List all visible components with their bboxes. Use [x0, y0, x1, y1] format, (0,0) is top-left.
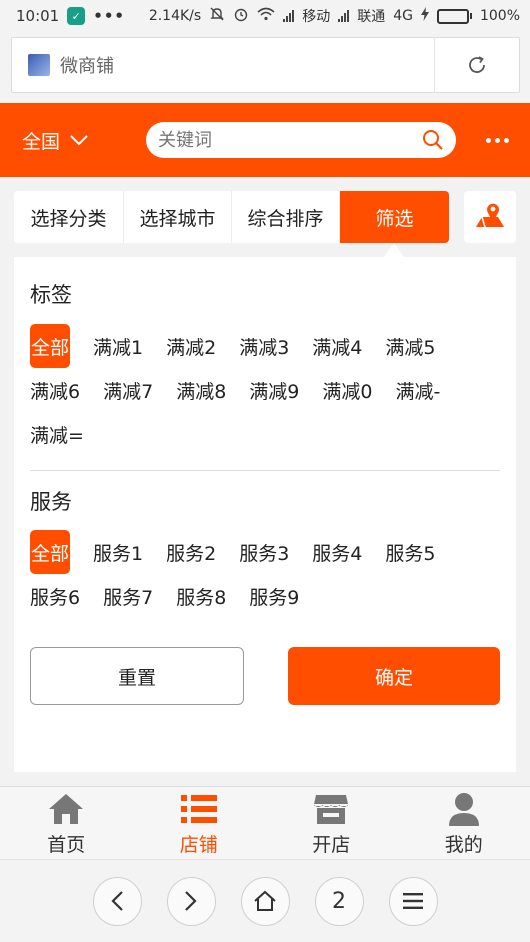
browser-toolbar: 微商铺 [0, 32, 530, 103]
region-selector[interactable]: 全国 [22, 127, 132, 154]
tab-category[interactable]: 选择分类 [14, 191, 124, 243]
service-chip[interactable]: 服务8 [176, 574, 226, 618]
network-type: 4G [393, 8, 413, 24]
tag-chip[interactable]: 满减1 [93, 324, 143, 368]
mute-icon [209, 6, 225, 26]
filter-tabs: 选择分类 选择城市 综合排序 筛选 [14, 191, 449, 243]
more-notifications-icon: ••• [93, 7, 125, 25]
browser-home-icon [254, 890, 276, 911]
signal-icon-2 [338, 10, 350, 22]
tab-city[interactable]: 选择城市 [124, 191, 232, 243]
more-menu-icon[interactable] [486, 137, 509, 143]
nav-label-mine: 我的 [444, 834, 483, 856]
tag-chip[interactable]: 满减- [395, 368, 440, 412]
alarm-icon [233, 6, 249, 26]
nav-label-home: 首页 [47, 834, 86, 856]
reload-icon [469, 56, 485, 73]
service-chip[interactable]: 全部 [30, 530, 71, 574]
reload-button[interactable] [435, 37, 519, 93]
list-icon [180, 790, 218, 828]
region-label: 全国 [22, 130, 61, 153]
confirm-button[interactable]: 确定 [288, 647, 500, 705]
nav-label-open-store: 开店 [312, 834, 351, 856]
menu-button[interactable] [388, 876, 438, 926]
map-pin-icon [476, 203, 504, 228]
charging-icon [420, 7, 429, 25]
bottom-nav: 首页 店铺 开店 我的 [0, 786, 530, 859]
nav-item-home[interactable]: 首页 [0, 787, 133, 859]
tag-chip[interactable]: 满减0 [322, 368, 372, 412]
tab-filter[interactable]: 筛选 [340, 191, 449, 243]
panel-pointer [384, 243, 404, 257]
search-icon[interactable] [422, 129, 444, 151]
nav-item-shops[interactable]: 店铺 [133, 787, 266, 859]
chevron-left-icon [111, 891, 123, 911]
tab-count: 2 [332, 888, 346, 914]
search-input[interactable] [158, 129, 422, 151]
favicon-icon [28, 54, 50, 76]
home-icon [47, 790, 85, 828]
tag-chip-list: 全部 满减1 满减2 满减3 满减4 满减5 满减6 满减7 满减8 满减9 满减0 满减- 满减= [30, 324, 500, 456]
battery-percent: 100% [479, 8, 520, 24]
search-box[interactable] [146, 122, 456, 158]
browser-bottom-bar: 2 [0, 859, 530, 942]
filter-panel: 标签 全部 满减1 满减2 满减3 满减4 满减5 满减6 满减7 满减8 满减9 满减0 满减- 满减… [14, 257, 516, 772]
tag-chip[interactable]: 满减8 [176, 368, 226, 412]
tag-chip[interactable]: 全部 [30, 324, 71, 368]
chevron-right-icon [185, 891, 197, 911]
service-chip[interactable]: 服务3 [239, 530, 289, 574]
tag-chip[interactable]: 满减= [30, 412, 84, 456]
forward-button[interactable] [166, 876, 216, 926]
back-button[interactable] [92, 876, 142, 926]
tag-chip[interactable]: 满减2 [166, 324, 216, 368]
carrier-1: 移动 [302, 9, 331, 25]
map-button[interactable] [464, 191, 516, 243]
chevron-down-icon [70, 135, 88, 145]
app-header: 全国 [0, 103, 530, 177]
tag-chip[interactable]: 满减6 [30, 368, 80, 412]
wifi-icon [257, 7, 275, 25]
service-chip[interactable]: 服务2 [166, 530, 216, 574]
nav-item-open-store[interactable]: 开店 [265, 787, 398, 859]
nav-label-shops: 店铺 [179, 834, 218, 856]
service-chip[interactable]: 服务1 [93, 530, 143, 574]
service-chip-list: 全部 服务1 服务2 服务3 服务4 服务5 服务6 服务7 服务8 服务9 [30, 530, 500, 618]
home-button[interactable] [240, 876, 290, 926]
store-icon [313, 790, 349, 828]
section-divider [30, 470, 500, 471]
address-bar[interactable]: 微商铺 [11, 37, 520, 93]
tags-section-title: 标签 [30, 283, 72, 307]
service-chip[interactable]: 服务6 [30, 574, 80, 618]
carrier-2: 联通 [357, 9, 386, 25]
service-chip[interactable]: 服务7 [103, 574, 153, 618]
services-section-title: 服务 [30, 490, 72, 514]
network-speed: 2.14K/s [148, 8, 202, 24]
user-icon [448, 790, 480, 828]
service-chip[interactable]: 服务4 [312, 530, 362, 574]
service-chip[interactable]: 服务9 [249, 574, 299, 618]
tabs-button[interactable]: 2 [314, 876, 364, 926]
hamburger-icon [403, 893, 423, 909]
nav-item-mine[interactable]: 我的 [398, 787, 530, 859]
tab-sort[interactable]: 综合排序 [232, 191, 340, 243]
tag-chip[interactable]: 满减9 [249, 368, 299, 412]
shield-icon: ✓ [67, 7, 86, 25]
service-chip[interactable]: 服务5 [385, 530, 435, 574]
tag-chip[interactable]: 满减4 [312, 324, 362, 368]
clock: 10:01 [16, 7, 60, 25]
reset-button[interactable]: 重置 [30, 647, 244, 705]
tag-chip[interactable]: 满减5 [385, 324, 435, 368]
tag-chip[interactable]: 满减3 [239, 324, 289, 368]
tag-chip[interactable]: 满减7 [103, 368, 153, 412]
status-bar: 10:01 ✓ ••• 2.14K/s 移动 联通 4G 100% [0, 0, 530, 32]
page-title: 微商铺 [60, 56, 114, 77]
signal-icon [283, 10, 295, 22]
battery-icon [436, 8, 472, 24]
